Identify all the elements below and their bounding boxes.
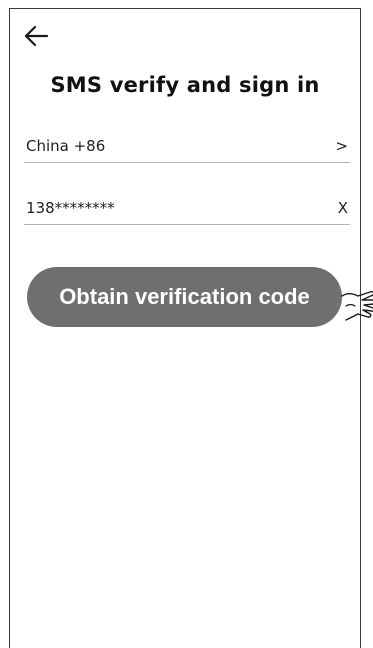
country-code-selector[interactable]: China +86 >	[24, 129, 350, 163]
back-button[interactable]	[22, 23, 50, 49]
country-code-value: China +86	[26, 136, 106, 155]
phone-screen: SMS verify and sign in China +86 > 138**…	[9, 8, 361, 648]
chevron-right-icon[interactable]: >	[335, 137, 350, 155]
page-title: SMS verify and sign in	[50, 73, 320, 97]
phone-number-field[interactable]: 138******** X	[24, 191, 350, 225]
pointing-hand-icon	[341, 291, 373, 321]
phone-number-value: 138********	[26, 198, 115, 217]
obtain-verification-code-button[interactable]: Obtain verification code	[27, 267, 342, 327]
clear-input-button[interactable]: X	[338, 199, 350, 217]
back-arrow-icon	[24, 25, 49, 47]
